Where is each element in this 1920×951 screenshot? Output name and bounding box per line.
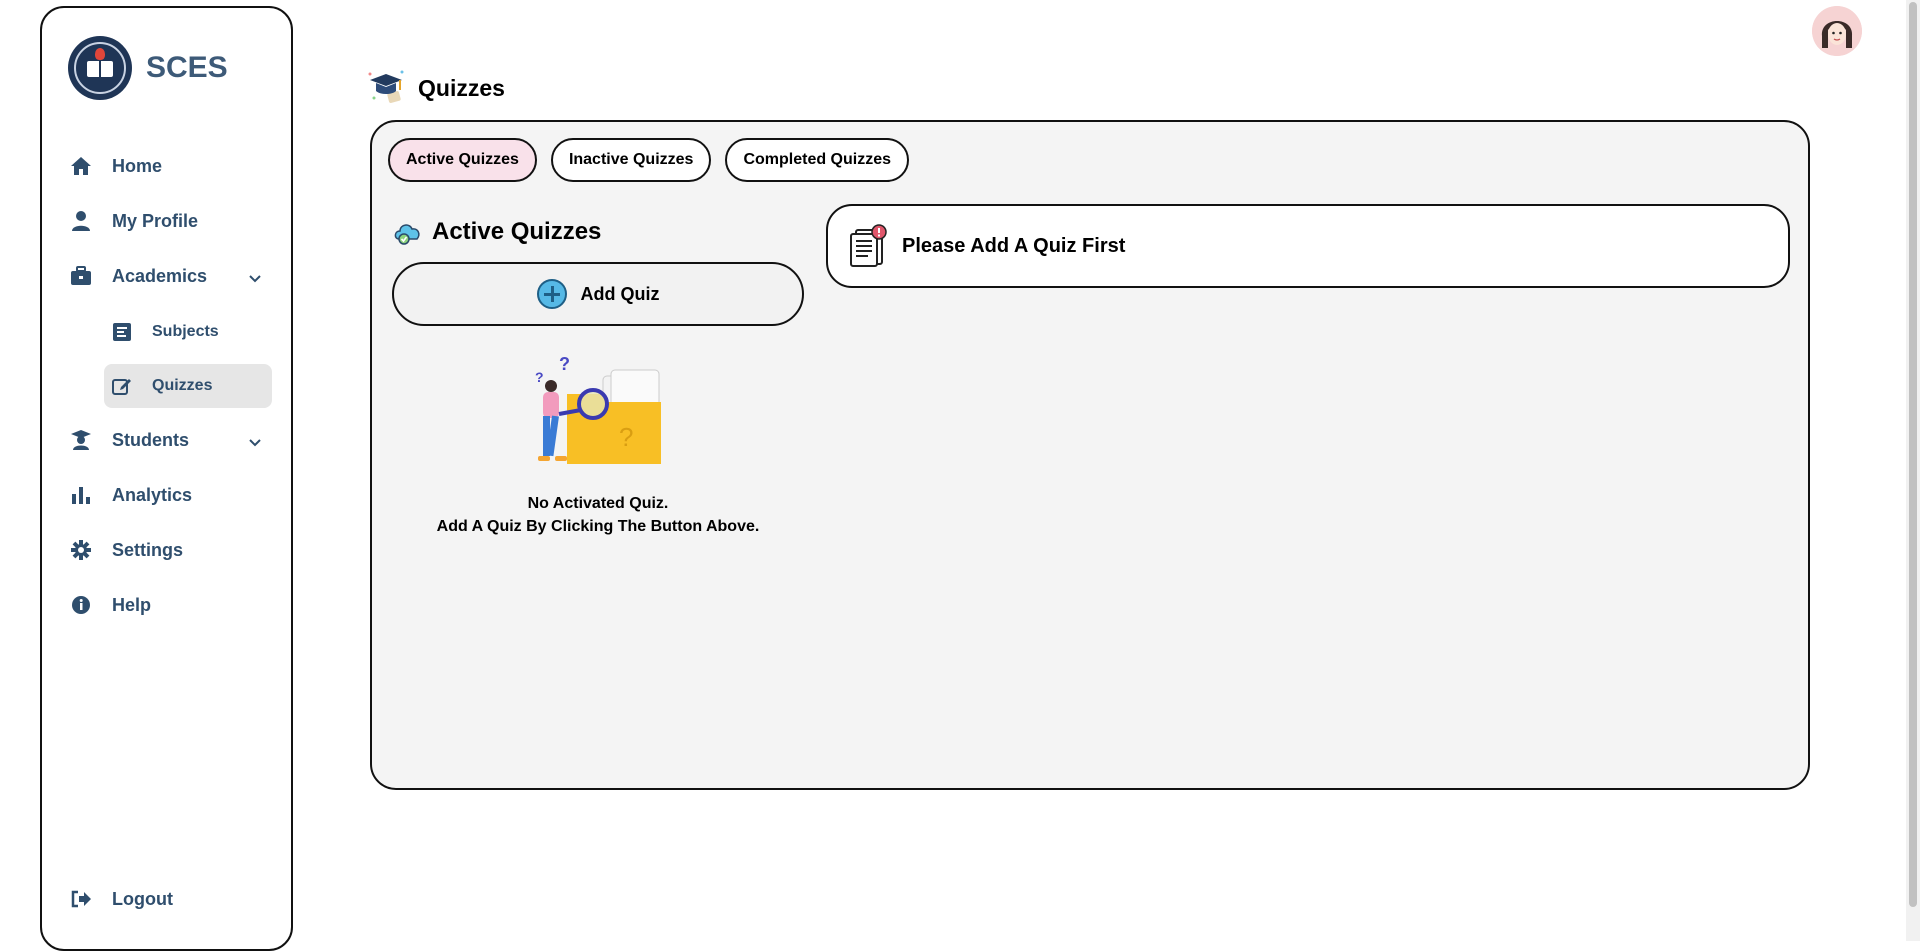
- gear-icon: [70, 539, 92, 561]
- sidebar-item-my-profile[interactable]: My Profile: [70, 201, 198, 241]
- page-title: Quizzes: [418, 74, 505, 101]
- page-header: Quizzes: [366, 68, 505, 108]
- empty-line-2: Add A Quiz By Clicking The Button Above.: [436, 518, 760, 535]
- sidebar-item-subjects[interactable]: Subjects: [104, 310, 272, 354]
- avatar[interactable]: [1812, 6, 1862, 56]
- page-scrollbar[interactable]: [1906, 0, 1920, 941]
- sidebar-item-students[interactable]: Students: [70, 420, 261, 460]
- chevron-down-icon[interactable]: [248, 268, 262, 289]
- sidebar-item-help[interactable]: Help: [70, 585, 151, 625]
- edit-icon: [112, 376, 132, 396]
- plus-circle-icon: [536, 279, 567, 309]
- sidebar-item-analytics[interactable]: Analytics: [70, 475, 192, 515]
- svg-text:?: ?: [535, 369, 544, 385]
- school-logo: [68, 36, 132, 100]
- sidebar-item-quizzes[interactable]: Quizzes: [104, 364, 272, 408]
- svg-text:?: ?: [559, 354, 570, 374]
- sidebar-item-label: Subjects: [152, 323, 219, 340]
- tab-active-quizzes[interactable]: Active Quizzes: [388, 138, 537, 182]
- brand-name: SCES: [146, 51, 228, 84]
- empty-state: ? ? ? No Activated Quiz. Add A Quiz By C…: [392, 354, 804, 538]
- list-icon: [112, 322, 132, 342]
- tab-inactive-quizzes[interactable]: Inactive Quizzes: [550, 138, 712, 182]
- sidebar-item-label: Quizzes: [152, 377, 213, 394]
- add-quiz-button[interactable]: Add Quiz: [392, 262, 804, 326]
- section-title: Active Quizzes: [432, 218, 602, 245]
- logout-icon: [70, 888, 92, 910]
- chevron-down-icon[interactable]: [248, 432, 262, 453]
- bar-chart-icon: [70, 484, 92, 506]
- sidebar-item-label: Analytics: [112, 484, 193, 505]
- quiz-detail-notice: Please Add A Quiz First: [826, 204, 1790, 288]
- sidebar-item-label: Academics: [112, 265, 208, 286]
- graduate-icon: [70, 429, 92, 451]
- section-header: Active Quizzes: [392, 212, 804, 252]
- sidebar-item-academics[interactable]: Academics: [70, 256, 261, 296]
- sidebar-item-home[interactable]: Home: [70, 146, 162, 186]
- empty-state-message: No Activated Quiz. Add A Quiz By Clickin…: [392, 492, 804, 538]
- quizzes-panel: Active Quizzes Inactive Quizzes Complete…: [370, 120, 1810, 790]
- empty-folder-illustration: ? ? ?: [523, 354, 673, 474]
- brand[interactable]: SCES: [68, 36, 228, 100]
- sidebar-item-label: Logout: [112, 888, 173, 909]
- scrollbar-thumb[interactable]: [1909, 2, 1917, 907]
- active-quizzes-column: Active Quizzes Add Quiz ? ? ? No Activat…: [392, 212, 804, 538]
- briefcase-icon: [70, 265, 92, 287]
- document-alert-icon: [848, 224, 888, 268]
- info-icon: [70, 594, 92, 616]
- home-icon: [70, 155, 92, 177]
- user-icon: [70, 210, 92, 232]
- sidebar-item-settings[interactable]: Settings: [70, 530, 183, 570]
- empty-line-1: No Activated Quiz.: [527, 495, 669, 512]
- graduation-cap-icon: [366, 68, 406, 108]
- sidebar-item-label: Students: [112, 429, 190, 450]
- sidebar-item-logout[interactable]: Logout: [70, 879, 173, 919]
- tab-completed-quizzes[interactable]: Completed Quizzes: [725, 138, 910, 182]
- svg-text:?: ?: [619, 422, 633, 452]
- sidebar-item-label: Settings: [112, 539, 184, 560]
- sidebar-item-label: Home: [112, 155, 163, 176]
- sidebar: SCES Home My Profile Academics Subjects …: [40, 6, 293, 951]
- cloud-check-icon: [392, 217, 422, 247]
- sidebar-item-label: Help: [112, 594, 152, 615]
- notice-text: Please Add A Quiz First: [902, 234, 1126, 257]
- sidebar-item-label: My Profile: [112, 210, 199, 231]
- add-quiz-label: Add Quiz: [580, 283, 660, 304]
- quiz-tabs: Active Quizzes Inactive Quizzes Complete…: [388, 138, 910, 182]
